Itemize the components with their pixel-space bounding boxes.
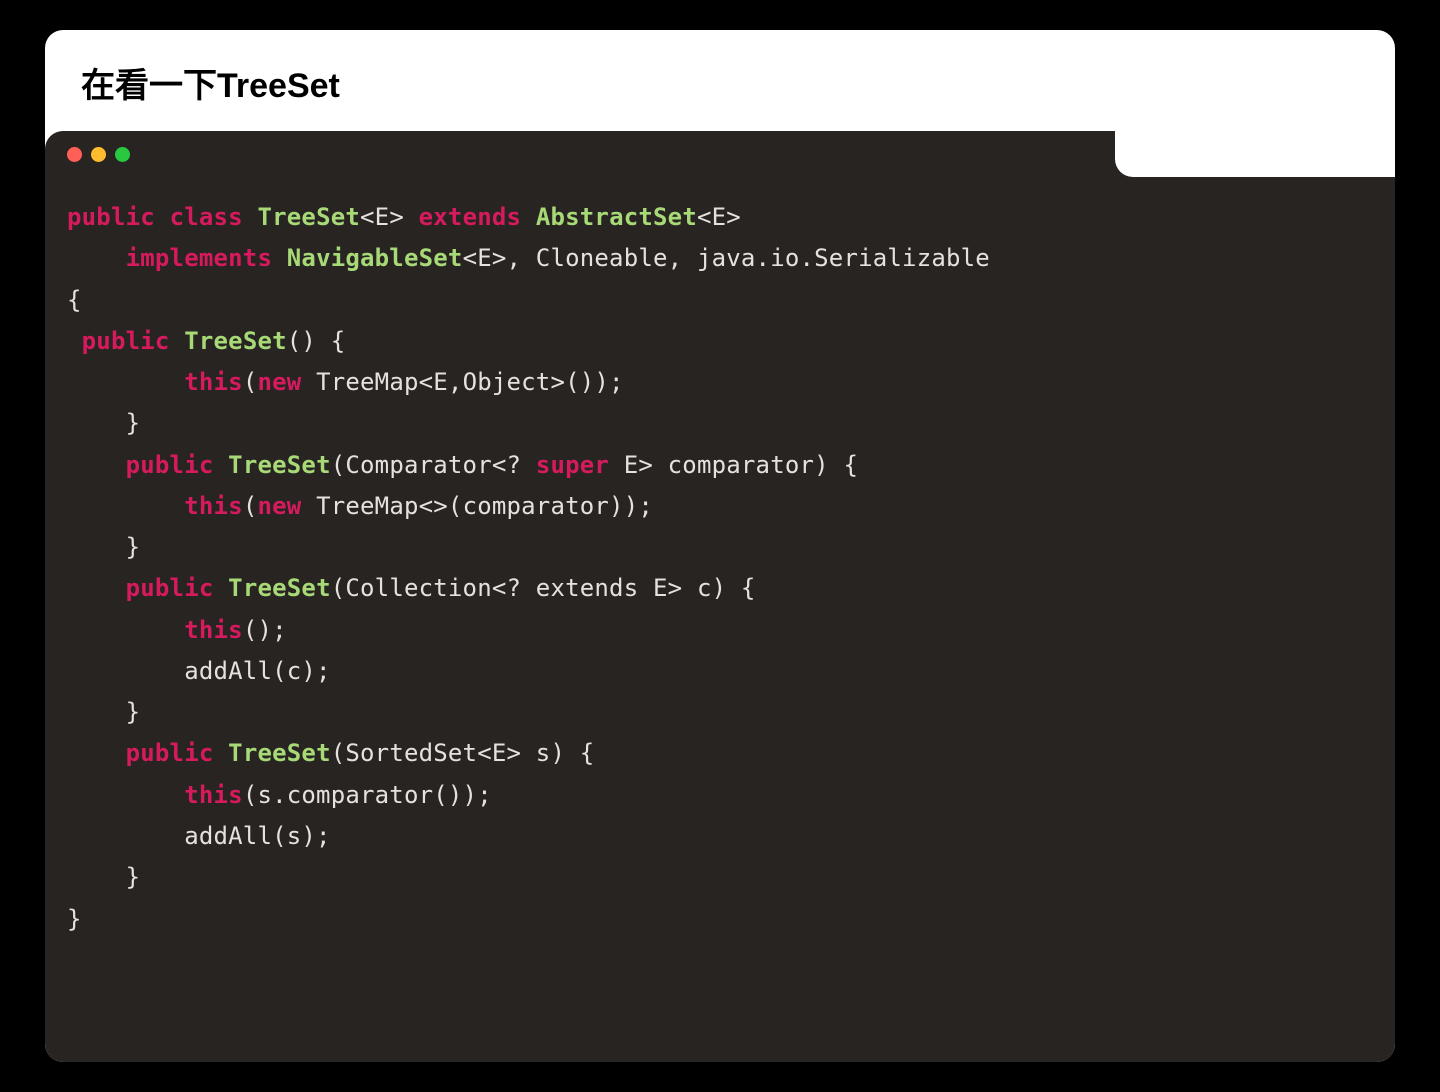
code-token: (); [243, 616, 287, 644]
code-token [155, 203, 170, 231]
code-token: this [184, 781, 243, 809]
document-card: 在看一下TreeSet public class TreeSet<E> exte… [45, 30, 1395, 1062]
code-token: this [184, 492, 243, 520]
code-token: this [184, 368, 243, 396]
code-token: TreeSet [228, 451, 331, 479]
code-token: NavigableSet [287, 244, 463, 272]
code-token [67, 781, 184, 809]
code-token [67, 244, 126, 272]
code-token: super [536, 451, 609, 479]
code-token [272, 244, 287, 272]
code-token: } [67, 863, 140, 891]
code-token [67, 327, 82, 355]
section-heading: 在看一下TreeSet [45, 58, 1395, 131]
code-token: TreeMap<>(comparator)); [301, 492, 653, 520]
code-token: this [184, 616, 243, 644]
code-token: public [126, 739, 214, 767]
code-token: (SortedSet<E> s) { [331, 739, 595, 767]
code-token: new [257, 368, 301, 396]
code-token: (s.comparator()); [243, 781, 492, 809]
window-titlebar [45, 131, 1395, 177]
code-token [170, 327, 185, 355]
code-token: <E> [697, 203, 741, 231]
code-token [214, 574, 229, 602]
code-token: implements [126, 244, 273, 272]
code-token: TreeSet [228, 574, 331, 602]
code-token: TreeSet [257, 203, 360, 231]
code-token: TreeSet [228, 739, 331, 767]
code-window: public class TreeSet<E> extends Abstract… [45, 131, 1395, 1062]
window-minimize-icon [91, 147, 106, 162]
code-block: public class TreeSet<E> extends Abstract… [45, 177, 1395, 970]
code-token: TreeSet [184, 327, 287, 355]
code-token [67, 739, 126, 767]
code-token: } [67, 533, 140, 561]
code-token [521, 203, 536, 231]
code-token [67, 492, 184, 520]
code-token: <E> [360, 203, 419, 231]
code-token: TreeMap<E,Object>()); [301, 368, 623, 396]
code-token: new [257, 492, 301, 520]
code-token: } [67, 409, 140, 437]
code-token: <E>, Cloneable, java.io.Serializable [463, 244, 990, 272]
code-token: addAll(c); [67, 657, 331, 685]
code-token: () { [287, 327, 346, 355]
code-token: public [67, 203, 155, 231]
code-token: addAll(s); [67, 822, 331, 850]
code-token [67, 368, 184, 396]
code-token: (Comparator<? [331, 451, 536, 479]
code-token: extends [419, 203, 522, 231]
code-token: class [170, 203, 243, 231]
code-token [243, 203, 258, 231]
window-close-icon [67, 147, 82, 162]
code-token: public [82, 327, 170, 355]
code-token: } [67, 698, 140, 726]
code-token: } [67, 905, 82, 933]
code-token: AbstractSet [536, 203, 697, 231]
code-token: public [126, 451, 214, 479]
code-token: (Collection<? extends E> c) { [331, 574, 756, 602]
code-token [67, 451, 126, 479]
code-token [67, 616, 184, 644]
code-token: { [67, 286, 82, 314]
code-token: E> comparator) { [609, 451, 858, 479]
code-token [67, 574, 126, 602]
code-token: ( [243, 368, 258, 396]
window-maximize-icon [115, 147, 130, 162]
code-token: ( [243, 492, 258, 520]
code-token [214, 451, 229, 479]
code-token [214, 739, 229, 767]
code-token: public [126, 574, 214, 602]
